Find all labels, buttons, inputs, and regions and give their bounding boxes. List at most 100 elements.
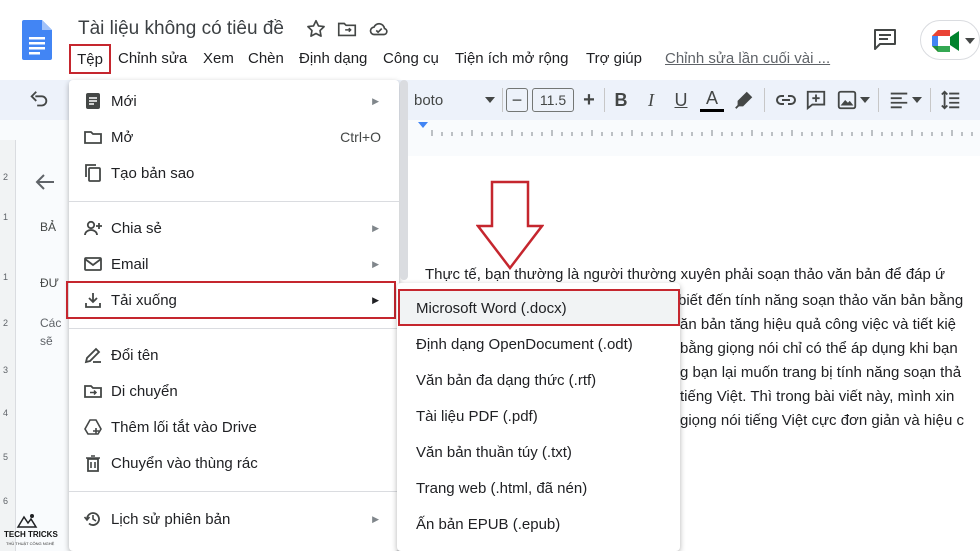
menu-file[interactable]: Tệp bbox=[69, 44, 111, 74]
download-txt[interactable]: Văn bản thuần túy (.txt) bbox=[416, 444, 572, 461]
document-text-line: giọng nói tiếng Việt cực đơn giản và hiệ… bbox=[680, 412, 964, 429]
file-menu-label: Tạo bản sao bbox=[111, 164, 195, 182]
vertical-ruler[interactable]: 2 1 1 2 3 4 5 6 bbox=[0, 140, 16, 551]
font-dropdown-arrow-icon[interactable] bbox=[484, 88, 496, 112]
add-comment-icon[interactable] bbox=[805, 88, 827, 112]
file-menu-trash[interactable]: Chuyển vào thùng rác bbox=[69, 447, 399, 479]
comment-icon[interactable] bbox=[872, 27, 898, 51]
shortcut-label: Ctrl+O bbox=[340, 129, 381, 145]
line-spacing-icon[interactable] bbox=[940, 88, 962, 112]
undo-icon[interactable] bbox=[28, 88, 50, 112]
techtricks-watermark-logo: TECH TRICKS THỦ THUẬT CÔNG NGHỆ bbox=[4, 513, 58, 549]
watermark-name: TECH TRICKS bbox=[4, 530, 58, 539]
menu-help[interactable]: Trợ giúp bbox=[586, 50, 642, 67]
menu-file-label: Tệp bbox=[77, 50, 103, 68]
email-icon bbox=[84, 257, 102, 271]
text-color-icon[interactable]: A bbox=[700, 88, 724, 112]
meet-button[interactable] bbox=[920, 20, 980, 60]
file-menu-add-shortcut[interactable]: Thêm lối tắt vào Drive bbox=[69, 411, 399, 443]
document-text-line: ăn bản tăng hiệu quả công việc và tiết k… bbox=[680, 316, 957, 333]
submenu-arrow-icon: ▶ bbox=[372, 513, 379, 524]
menu-edit[interactable]: Chỉnh sửa bbox=[118, 50, 187, 67]
highlight-pen-icon[interactable] bbox=[733, 88, 755, 112]
link-icon[interactable] bbox=[774, 88, 798, 112]
ruler-number: 1 bbox=[3, 212, 9, 222]
file-menu-rename[interactable]: Đổi tên bbox=[69, 339, 399, 371]
file-menu-make-copy[interactable]: Tạo bản sao bbox=[69, 157, 399, 189]
decrease-font-size-button[interactable]: − bbox=[506, 88, 528, 112]
bold-icon[interactable]: B bbox=[610, 88, 632, 112]
download-docx[interactable]: Microsoft Word (.docx) bbox=[416, 300, 567, 317]
google-meet-icon bbox=[932, 30, 959, 52]
file-menu-label: Mới bbox=[111, 92, 137, 110]
align-left-icon[interactable] bbox=[888, 88, 910, 112]
align-dropdown-arrow-icon[interactable] bbox=[912, 88, 922, 112]
ruler-number: 6 bbox=[3, 496, 9, 506]
ruler-number: 5 bbox=[3, 452, 9, 462]
file-menu-new[interactable]: Mới ▶ bbox=[69, 85, 399, 117]
move-folder-icon[interactable] bbox=[336, 18, 358, 40]
back-arrow-icon[interactable] bbox=[34, 172, 56, 192]
watermark-tagline: THỦ THUẬT CÔNG NGHỆ bbox=[6, 541, 55, 546]
rename-icon bbox=[84, 347, 101, 364]
image-dropdown-arrow-icon[interactable] bbox=[860, 88, 870, 112]
insert-image-icon[interactable] bbox=[836, 88, 858, 112]
chevron-down-icon bbox=[965, 38, 975, 44]
document-text-line: bằng giọng nói chỉ có thể áp dụng khi bạ… bbox=[680, 340, 958, 357]
menu-format[interactable]: Định dạng bbox=[299, 50, 367, 67]
underline-icon[interactable]: U bbox=[670, 88, 692, 112]
menu-divider bbox=[69, 328, 399, 329]
file-menu-label: Thêm lối tắt vào Drive bbox=[111, 418, 257, 436]
file-menu-label: Đổi tên bbox=[111, 346, 159, 364]
horizontal-ruler[interactable] bbox=[418, 122, 980, 136]
outline-heading: ĐƯ bbox=[40, 276, 59, 290]
toolbar-divider bbox=[878, 88, 879, 112]
toolbar-divider bbox=[930, 88, 931, 112]
menu-divider bbox=[69, 491, 399, 492]
menu-scrollbar[interactable] bbox=[400, 80, 408, 280]
submenu-arrow-icon: ▶ bbox=[372, 95, 379, 106]
font-family-select[interactable]: boto bbox=[414, 88, 454, 112]
increase-font-size-button[interactable]: + bbox=[578, 88, 600, 112]
ruler-number: 2 bbox=[3, 172, 9, 182]
download-html[interactable]: Trang web (.html, đã nén) bbox=[416, 480, 587, 497]
ruler-number: 3 bbox=[3, 365, 9, 375]
download-epub[interactable]: Ấn bản EPUB (.epub) bbox=[416, 516, 560, 533]
watermark-emblem-icon bbox=[16, 514, 38, 528]
file-menu-share[interactable]: Chia sẻ ▶ bbox=[69, 212, 399, 244]
document-title[interactable]: Tài liệu không có tiêu đề bbox=[78, 18, 284, 40]
toolbar-divider bbox=[604, 88, 605, 112]
doc-icon bbox=[86, 93, 100, 109]
download-rtf[interactable]: Văn bản đa dạng thức (.rtf) bbox=[416, 372, 596, 389]
file-menu-label: Mở bbox=[111, 128, 134, 146]
file-menu-label: Email bbox=[111, 255, 149, 273]
toolbar-divider bbox=[764, 88, 765, 112]
download-highlight-box bbox=[66, 281, 396, 319]
move-folder-icon bbox=[84, 385, 102, 398]
ruler-number: 4 bbox=[3, 408, 9, 418]
menu-view[interactable]: Xem bbox=[203, 50, 234, 67]
outline-text: sẽ bbox=[40, 334, 53, 348]
download-odt[interactable]: Định dạng OpenDocument (.odt) bbox=[416, 336, 633, 353]
cloud-status-icon[interactable] bbox=[368, 18, 390, 40]
file-menu-version-history[interactable]: Lịch sử phiên bản ▶ bbox=[69, 503, 399, 535]
docs-header bbox=[0, 0, 980, 80]
last-edit-link[interactable]: Chỉnh sửa lần cuối vài ... bbox=[665, 50, 830, 67]
star-icon[interactable] bbox=[305, 18, 327, 40]
download-pdf[interactable]: Tài liệu PDF (.pdf) bbox=[416, 408, 538, 425]
file-menu-open[interactable]: Mở Ctrl+O bbox=[69, 121, 399, 153]
file-menu-move[interactable]: Di chuyển bbox=[69, 375, 399, 407]
file-menu-label: Chia sẻ bbox=[111, 219, 162, 237]
menu-extensions[interactable]: Tiện ích mở rộng bbox=[455, 50, 569, 67]
menu-insert[interactable]: Chèn bbox=[248, 50, 284, 67]
document-text-line: tiếng Việt. Thì trong bài viết này, mình… bbox=[680, 388, 955, 405]
ruler-number: 1 bbox=[3, 272, 9, 282]
file-menu-email[interactable]: Email ▶ bbox=[69, 248, 399, 280]
italic-icon[interactable]: I bbox=[640, 88, 662, 112]
toolbar-divider bbox=[502, 88, 503, 112]
file-menu-label: Chuyển vào thùng rác bbox=[111, 454, 258, 472]
menu-tools[interactable]: Công cụ bbox=[383, 50, 439, 67]
font-size-input[interactable]: 11.5 bbox=[532, 88, 574, 112]
google-docs-logo[interactable] bbox=[22, 20, 52, 60]
document-text-line: biết đến tính năng soạn thảo văn bản bằn… bbox=[678, 292, 964, 309]
